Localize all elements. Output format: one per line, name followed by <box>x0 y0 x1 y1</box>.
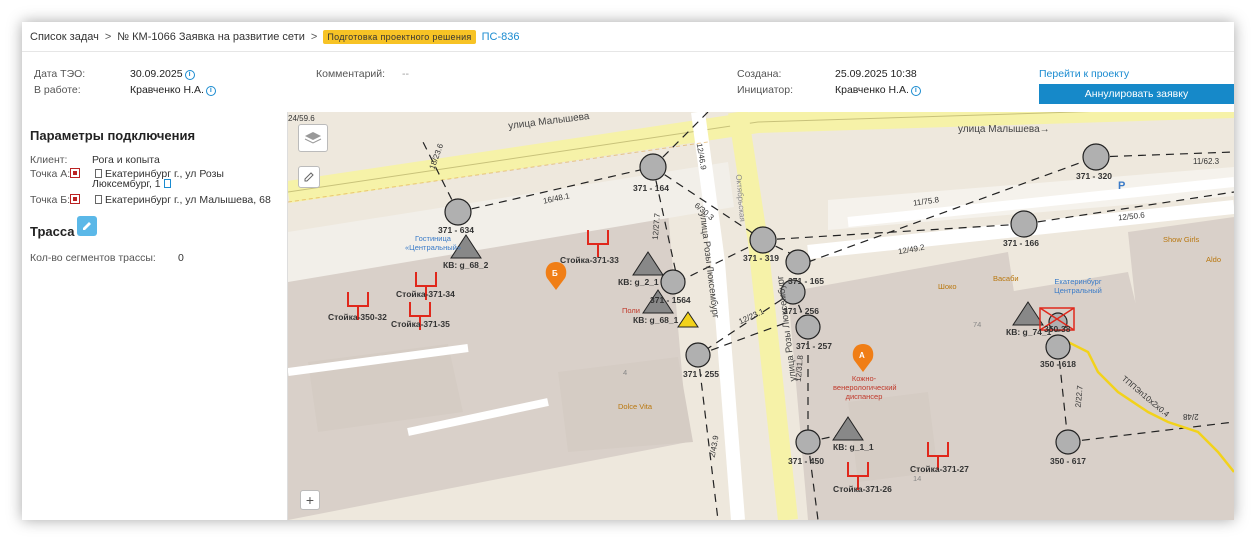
segment-label: 24/59.6 <box>288 114 315 123</box>
well-label: 350 - 618 <box>1040 359 1076 369</box>
work-value: Кравченко Н.А. i <box>130 84 216 96</box>
poi-label: Aldo <box>1206 255 1222 264</box>
client-value: Рога и копыта <box>92 154 160 166</box>
well-label: 371 - 1564 <box>650 295 691 305</box>
segment-label: 2/22.7 <box>1073 385 1085 408</box>
map-view[interactable]: улица Малышева улица Малышева→ улица Роз… <box>288 112 1234 520</box>
cancel-request-button[interactable]: Аннулировать заявку <box>1039 84 1234 104</box>
well-label: 350 - 617 <box>1050 456 1086 466</box>
project-link[interactable]: Перейти к проекту <box>1039 68 1129 80</box>
poi-label: Гостиница «Центральный» <box>405 234 461 252</box>
well-label: 371 - 256 <box>783 306 819 316</box>
segments-label: Кол-во сегментов трассы: <box>30 252 156 264</box>
marker-a-label: А <box>859 351 865 360</box>
connection-params-panel: Параметры подключения Клиент: Рога и коп… <box>22 112 288 520</box>
house-number: 74 <box>973 320 982 329</box>
segment-label: 11/62.3 <box>1193 157 1220 166</box>
poi-label: Кожно-венерологический диспансер <box>833 374 897 401</box>
kv-label: КВ: g_74_1 <box>1006 327 1052 337</box>
kv-label: КВ: g_1_1 <box>833 442 874 452</box>
street-label: улица Малышева→ <box>958 124 1050 135</box>
segment-label: 2/48 <box>1183 412 1199 421</box>
layers-button[interactable] <box>298 124 328 152</box>
well-label: 371 - 450 <box>788 456 824 466</box>
parking-label: P <box>1118 180 1126 192</box>
initiator-label: Инициатор: <box>737 84 793 96</box>
poi-label: Екатеринбург Центральный <box>1054 277 1102 295</box>
house-number: 4 <box>623 368 628 377</box>
kv-label: КВ: g_2_1 <box>618 277 659 287</box>
work-label: В работе: <box>34 84 81 96</box>
params-title: Параметры подключения <box>30 128 196 143</box>
building-icon <box>95 195 102 204</box>
breadcrumb-request[interactable]: № КМ-1066 Заявка на развитие сети <box>117 31 305 43</box>
document-icon[interactable] <box>163 179 171 188</box>
poi-label: Dolce Vita <box>618 402 653 411</box>
app-window: Список задач > № КМ-1066 Заявка на разви… <box>22 22 1234 520</box>
pencil-icon <box>304 172 314 182</box>
point-b-label: Точка Б: <box>30 194 81 206</box>
pole-label: Стойка-371-26 <box>833 484 892 494</box>
point-b-marker-icon[interactable] <box>70 194 81 204</box>
well-label: 371 - 166 <box>1003 238 1039 248</box>
stage-badge: Подготовка проектного решения <box>323 29 476 44</box>
breadcrumb-task-list[interactable]: Список задач <box>30 31 99 43</box>
point-a-address-line2: Люксембург, 1 <box>92 178 174 190</box>
poi-label: Васаби <box>993 274 1019 283</box>
pole-label: Стойка-371-35 <box>391 319 450 329</box>
chevron-right-icon: > <box>310 30 318 43</box>
date-label: Дата ТЭО: <box>34 68 86 80</box>
poi-label: Show Girls <box>1163 235 1200 244</box>
pole-label: Стойка-371-33 <box>560 255 619 265</box>
breadcrumb: Список задач > № КМ-1066 Заявка на разви… <box>22 22 1234 52</box>
created-label: Создана: <box>737 68 782 80</box>
well-label: 371 - 257 <box>796 341 832 351</box>
zoom-in-button[interactable]: + <box>300 490 320 510</box>
comment-label: Комментарий: <box>316 68 386 80</box>
initiator-value: Кравченко Н.А. i <box>835 84 921 96</box>
info-icon[interactable]: i <box>184 70 195 80</box>
point-b-address: Екатеринбург г., ул Малышева, 68 <box>92 194 271 206</box>
kv-label: КВ: g_68_1 <box>633 315 679 325</box>
point-a-marker-icon[interactable] <box>70 168 81 178</box>
edit-route-button[interactable] <box>77 216 97 236</box>
poi-label: Поли <box>622 306 640 315</box>
kv-label: КВ: g_68_2 <box>443 260 489 270</box>
building-icon <box>95 169 102 178</box>
pole-label: Стойка-350-32 <box>328 312 387 322</box>
well-label: 371 - 164 <box>633 183 669 193</box>
info-icon[interactable]: i <box>205 86 216 96</box>
well-label: 371 - 255 <box>683 369 719 379</box>
pole-label: Стойка-371-27 <box>910 464 969 474</box>
chevron-right-icon: > <box>104 30 112 43</box>
well-label: 371 - 320 <box>1076 171 1112 181</box>
comment-value: -- <box>402 68 409 80</box>
well-label: 371 - 319 <box>743 253 779 263</box>
created-value: 25.09.2025 10:38 <box>835 68 917 80</box>
date-value: 30.09.2025 i <box>130 68 195 80</box>
house-number: 14 <box>913 474 922 483</box>
point-a-label: Точка А: <box>30 168 81 180</box>
well-label: 371 - 165 <box>788 276 824 286</box>
request-id-link[interactable]: ПС-836 <box>482 31 520 43</box>
poi-label: Шоко <box>938 282 957 291</box>
client-label: Клиент: <box>30 154 68 166</box>
route-title: Трасса <box>30 224 75 239</box>
layers-icon <box>304 132 322 144</box>
info-icon[interactable]: i <box>910 86 921 96</box>
marker-b-label: Б <box>552 269 558 278</box>
request-header: Дата ТЭО: 30.09.2025 i В работе: Кравченк… <box>22 58 1234 104</box>
draw-button[interactable] <box>298 166 320 188</box>
pole-label: Стойка-371-34 <box>396 289 455 299</box>
segments-value: 0 <box>178 252 184 264</box>
